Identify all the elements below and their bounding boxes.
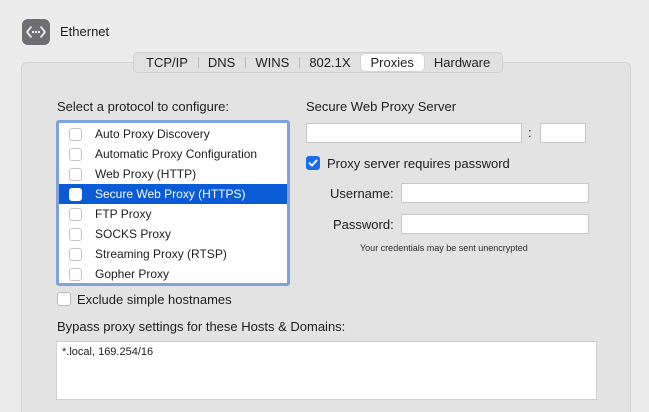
tab-hardware[interactable]: Hardware bbox=[424, 54, 500, 71]
password-label: Password: bbox=[333, 217, 394, 232]
window-title: Ethernet bbox=[60, 24, 110, 39]
tab-dns[interactable]: DNS bbox=[197, 54, 245, 71]
protocol-label: Auto Proxy Discovery bbox=[95, 127, 210, 141]
tab-8021x[interactable]: 802.1X bbox=[299, 54, 360, 71]
protocol-checkbox[interactable] bbox=[69, 207, 82, 221]
protocol-item-gopher-proxy[interactable]: Gopher Proxy bbox=[59, 264, 287, 284]
protocol-item-secure-web-proxy[interactable]: Secure Web Proxy (HTTPS) bbox=[59, 184, 287, 204]
bypass-label: Bypass proxy settings for these Hosts & … bbox=[57, 319, 346, 334]
protocol-item-ftp-proxy[interactable]: FTP Proxy bbox=[59, 204, 287, 224]
proxy-port-field[interactable] bbox=[540, 123, 586, 143]
exclude-simple-hostnames-label: Exclude simple hostnames bbox=[77, 292, 232, 307]
protocol-label: FTP Proxy bbox=[95, 207, 152, 221]
proxy-host-field[interactable] bbox=[306, 123, 522, 143]
tab-tcpip[interactable]: TCP/IP bbox=[136, 54, 198, 71]
ethernet-icon bbox=[22, 19, 50, 45]
exclude-simple-hostnames-checkbox[interactable] bbox=[57, 292, 71, 306]
tab-bar: TCP/IP DNS WINS 802.1X Proxies Hardware bbox=[133, 52, 504, 73]
tab-wins[interactable]: WINS bbox=[245, 54, 299, 71]
protocol-list-heading: Select a protocol to configure: bbox=[57, 99, 229, 114]
protocol-list[interactable]: Auto Proxy Discovery Automatic Proxy Con… bbox=[56, 120, 290, 286]
protocol-label: Streaming Proxy (RTSP) bbox=[95, 247, 227, 261]
protocol-checkbox[interactable] bbox=[69, 147, 82, 161]
password-field[interactable] bbox=[401, 214, 589, 234]
protocol-checkbox[interactable] bbox=[69, 127, 82, 141]
username-label: Username: bbox=[330, 186, 394, 201]
proxy-server-heading: Secure Web Proxy Server bbox=[306, 99, 457, 114]
protocol-label: Web Proxy (HTTP) bbox=[95, 167, 197, 181]
protocol-label: Automatic Proxy Configuration bbox=[95, 147, 258, 161]
protocol-label: Gopher Proxy bbox=[95, 267, 170, 281]
checkmark-icon bbox=[308, 159, 318, 167]
protocol-item-socks-proxy[interactable]: SOCKS Proxy bbox=[59, 224, 287, 244]
protocol-label: SOCKS Proxy bbox=[95, 227, 172, 241]
requires-password-checkbox[interactable] bbox=[306, 156, 320, 170]
protocol-item-streaming-proxy[interactable]: Streaming Proxy (RTSP) bbox=[59, 244, 287, 264]
tab-proxies[interactable]: Proxies bbox=[360, 54, 424, 71]
protocol-label: Secure Web Proxy (HTTPS) bbox=[95, 187, 246, 201]
protocol-checkbox[interactable] bbox=[69, 227, 82, 241]
requires-password-label: Proxy server requires password bbox=[327, 156, 510, 171]
protocol-checkbox[interactable] bbox=[69, 187, 82, 201]
username-field[interactable] bbox=[401, 183, 589, 203]
protocol-item-automatic-proxy-configuration[interactable]: Automatic Proxy Configuration bbox=[59, 144, 287, 164]
port-separator: : bbox=[528, 125, 532, 140]
protocol-checkbox[interactable] bbox=[69, 267, 82, 281]
bypass-domains-textarea[interactable]: *.local, 169.254/16 bbox=[56, 341, 597, 400]
protocol-item-auto-proxy-discovery[interactable]: Auto Proxy Discovery bbox=[59, 124, 287, 144]
credentials-warning: Your credentials may be sent unencrypted bbox=[360, 243, 528, 253]
protocol-checkbox[interactable] bbox=[69, 167, 82, 181]
protocol-checkbox[interactable] bbox=[69, 247, 82, 261]
protocol-item-web-proxy[interactable]: Web Proxy (HTTP) bbox=[59, 164, 287, 184]
